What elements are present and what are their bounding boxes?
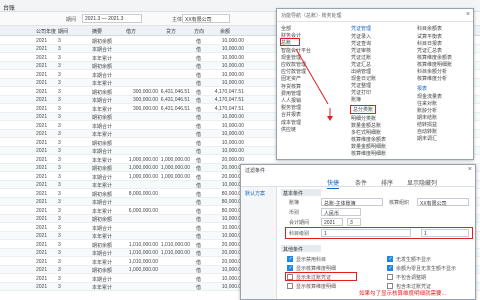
- filter-dialog: 过滤条件 × 快捷 条件 排序 显示隐藏列 默认方案 基本条件 账簿 总账-主体…: [240, 164, 476, 300]
- checkbox-row[interactable]: 显示未过账凭证: [287, 273, 367, 281]
- currency-select[interactable]: 人民币: [321, 208, 361, 217]
- period-year-input[interactable]: 2021: [321, 218, 343, 226]
- level-to-input[interactable]: 1: [421, 229, 469, 237]
- scheme-panel: 默认方案: [241, 187, 277, 299]
- tab-condition[interactable]: 条件: [355, 178, 367, 187]
- checkbox-label: 不包含调整期: [396, 275, 427, 281]
- annotation-note: 如果勾了显示核算维度明细就需要...: [359, 291, 447, 297]
- checkbox-row[interactable]: 余额为零且无发生额不显示: [387, 264, 473, 272]
- book-select[interactable]: 总账-主体账簿: [321, 198, 383, 207]
- checkbox-label: 显示未过账凭证: [296, 275, 332, 281]
- period-month-input[interactable]: 3: [347, 218, 361, 226]
- dialog-title: 过滤条件: [245, 168, 266, 174]
- checkbox[interactable]: [287, 274, 293, 280]
- currency-label: 币别: [289, 210, 300, 216]
- org-label: 核算组织: [389, 200, 410, 206]
- checkbox[interactable]: [287, 265, 293, 271]
- account-level-label: 科目级别: [289, 231, 310, 237]
- checkbox-row[interactable]: 无发生额不显示: [387, 255, 473, 263]
- checkbox[interactable]: [287, 283, 293, 289]
- close-icon[interactable]: ×: [468, 166, 472, 173]
- checkbox-label: 显示核算维度明细: [296, 266, 337, 272]
- checkbox-label: 显示核算维度明细: [296, 284, 337, 290]
- period-label: 会计期间: [289, 220, 310, 226]
- tab-columns[interactable]: 显示隐藏列: [407, 178, 437, 187]
- checkbox-row[interactable]: 显示核算维度明细: [287, 264, 367, 272]
- checkbox-row[interactable]: 显示核算维度明细: [287, 282, 367, 290]
- scheme-item-default[interactable]: 默认方案: [245, 190, 265, 197]
- section-other: 其他条件: [281, 245, 321, 253]
- checkbox[interactable]: [387, 265, 393, 271]
- level-from-input[interactable]: 1: [321, 229, 411, 237]
- checkbox-label: 无发生额不显示: [396, 257, 432, 263]
- checkbox[interactable]: [287, 256, 293, 262]
- checkbox[interactable]: [387, 256, 393, 262]
- org-select[interactable]: XX有限公司: [417, 198, 469, 207]
- checkbox-row[interactable]: 显示禁用科目: [287, 255, 367, 263]
- tab-sort[interactable]: 排序: [381, 178, 393, 187]
- checkbox-label: 余额为零且无发生额不显示: [396, 266, 457, 272]
- tab-quick[interactable]: 快捷: [327, 178, 340, 189]
- checkbox[interactable]: [387, 274, 393, 280]
- checkbox-label: 显示禁用科目: [296, 257, 327, 263]
- checkbox-row[interactable]: 不包含调整期: [387, 273, 473, 281]
- dialog-tabs: 快捷 条件 排序 显示隐藏列: [241, 176, 475, 189]
- book-label: 账簿: [289, 200, 300, 206]
- section-basic: 基本条件: [281, 189, 321, 197]
